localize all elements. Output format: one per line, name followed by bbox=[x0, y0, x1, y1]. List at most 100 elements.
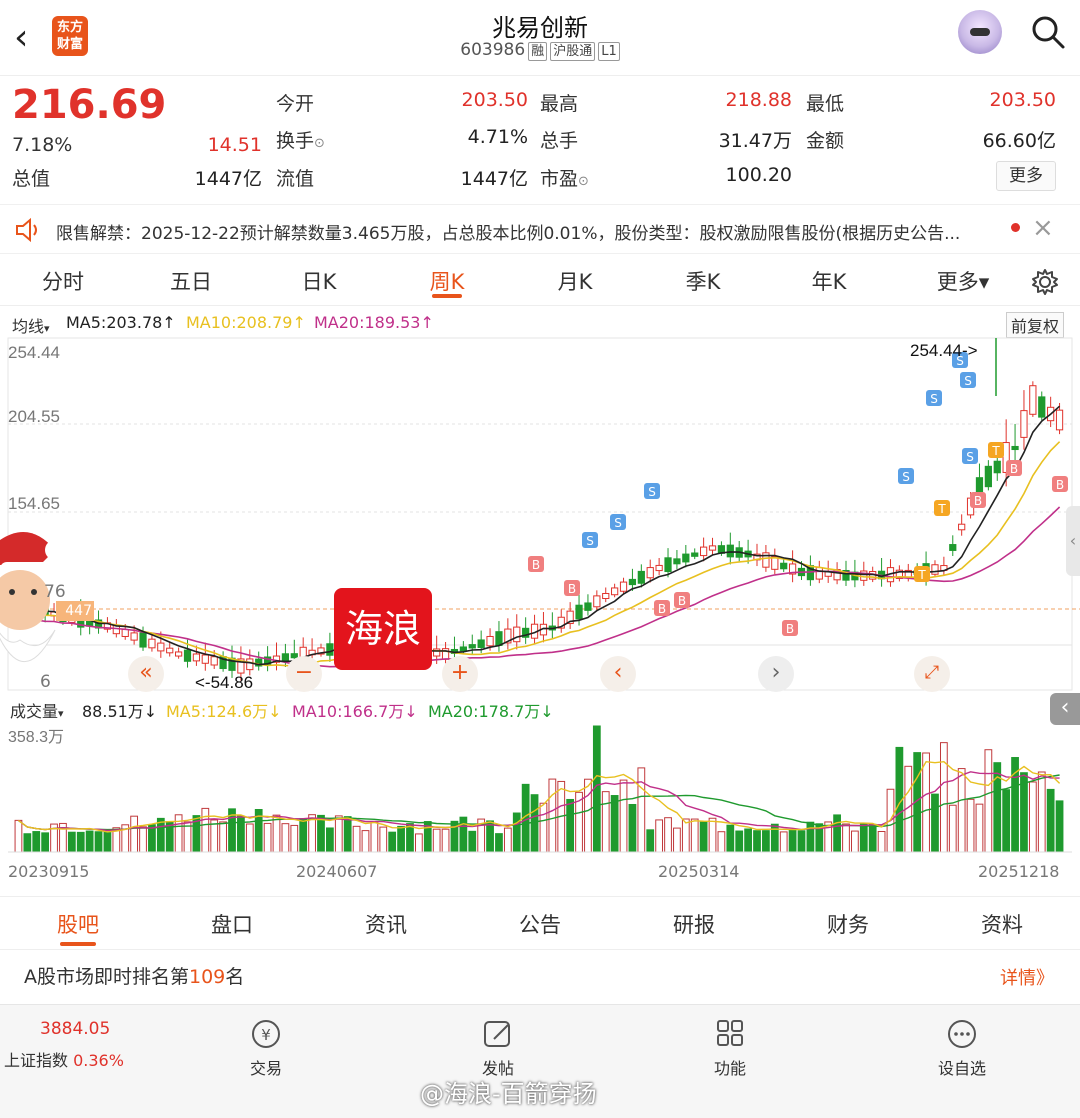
svg-text:S: S bbox=[614, 516, 622, 530]
notice-bar[interactable]: 限售解禁：2025-12-22预计解禁数量3.465万股，占总股本比例0.01%… bbox=[0, 204, 1080, 254]
svg-text:B: B bbox=[974, 494, 982, 508]
add-watchlist-button[interactable]: 设自选 bbox=[902, 1017, 1022, 1079]
level-tag: L1 bbox=[598, 42, 620, 61]
total-value-label: 总值 bbox=[12, 168, 51, 190]
assistant-avatar-icon[interactable] bbox=[958, 10, 1002, 54]
more-button[interactable]: 更多 bbox=[996, 161, 1056, 191]
side-panel-handle[interactable]: ‹ bbox=[1066, 506, 1080, 576]
more-dots-icon bbox=[948, 1020, 976, 1048]
fullscreen-icon[interactable]: ⤢ bbox=[914, 656, 950, 692]
edit-pen-icon bbox=[484, 1021, 510, 1047]
index-name[interactable]: 上证指数 0.36% bbox=[4, 1047, 124, 1071]
turnover-value: 4.71% bbox=[467, 126, 528, 148]
speaker-icon bbox=[16, 217, 37, 243]
tab-yearly-k[interactable]: 年K bbox=[774, 266, 884, 296]
stock-name: 兆易创新 bbox=[492, 14, 588, 42]
functions-label: 功能 bbox=[713, 1059, 746, 1078]
collapse-arrow-icon[interactable]: ‹ bbox=[1050, 693, 1080, 725]
candlestick-chart[interactable]: BBBBBBBBSSSSSSSSTTT 254.44 204.55 154.65… bbox=[0, 336, 1080, 696]
search-icon[interactable] bbox=[1030, 14, 1066, 50]
post-button[interactable]: 发帖 bbox=[438, 1017, 558, 1079]
volume-selector[interactable]: 成交量▾ bbox=[10, 698, 64, 722]
svg-text:B: B bbox=[1010, 462, 1018, 476]
content-tabs: 股吧 盘口 资讯 公告 研报 财务 资料 bbox=[0, 896, 1080, 950]
rank-suffix: 名 bbox=[225, 966, 245, 988]
low-annotation: <-54.86 bbox=[195, 673, 253, 692]
tab-intraday[interactable]: 分时 bbox=[8, 266, 118, 296]
tab-research[interactable]: 研报 bbox=[634, 909, 754, 939]
chevron-down-icon: ▾ bbox=[58, 707, 64, 720]
notice-text: 限售解禁：2025-12-22预计解禁数量3.465万股，占总股本比例0.01%… bbox=[56, 224, 961, 244]
pe-label-text: 市盈 bbox=[540, 168, 579, 190]
adjust-mode-button[interactable]: 前复权 bbox=[1006, 312, 1065, 338]
volume-ma20: MA20:178.7万↓ bbox=[428, 702, 554, 721]
pe-label[interactable]: 市盈⊙ bbox=[540, 164, 589, 191]
settings-gear-icon[interactable] bbox=[1031, 268, 1059, 296]
high-annotation: 254.44-> bbox=[910, 341, 978, 360]
tab-announcements[interactable]: 公告 bbox=[480, 909, 600, 939]
scroll-right-button[interactable]: › bbox=[758, 656, 794, 692]
scroll-far-left-button[interactable]: « bbox=[128, 656, 164, 692]
tab-forum[interactable]: 股吧 bbox=[18, 909, 138, 939]
tab-news[interactable]: 资讯 bbox=[326, 909, 446, 939]
rank-detail-link[interactable]: 详情》 bbox=[1000, 964, 1054, 990]
price-axis-label: 154.65 bbox=[8, 494, 60, 513]
svg-text:S: S bbox=[964, 374, 972, 388]
high-label: 最高 bbox=[540, 93, 579, 115]
change-percent: 7.18% bbox=[12, 134, 73, 156]
svg-text:¥: ¥ bbox=[261, 1026, 271, 1044]
svg-text:B: B bbox=[678, 594, 686, 608]
open-label: 今开 bbox=[276, 93, 315, 115]
ma5-legend: MA5:203.78↑ bbox=[66, 313, 176, 332]
active-tab-underline bbox=[432, 294, 462, 298]
chevron-down-icon: ▾ bbox=[44, 322, 50, 335]
rank-number: 109 bbox=[189, 966, 226, 988]
active-content-tab-underline bbox=[60, 942, 96, 946]
tab-five-day[interactable]: 五日 bbox=[136, 266, 246, 296]
stock-code-line: 603986 融沪股通 L1 bbox=[0, 40, 1080, 61]
rank-prefix: A股市场即时排名第 bbox=[24, 966, 189, 988]
tab-profile[interactable]: 资料 bbox=[942, 909, 1062, 939]
tab-order-book[interactable]: 盘口 bbox=[172, 909, 292, 939]
date-axis-label: 20250314 bbox=[658, 862, 740, 881]
open-value: 203.50 bbox=[461, 89, 528, 111]
market-rank: A股市场即时排名第109名 bbox=[24, 962, 244, 989]
margin-tag: 融 bbox=[528, 42, 548, 61]
svg-text:T: T bbox=[991, 444, 1000, 458]
volume-chart[interactable]: 358.3万 bbox=[0, 722, 1080, 858]
change-amount: 14.51 bbox=[207, 134, 262, 156]
turnover-label-text: 换手 bbox=[276, 130, 315, 152]
stock-code: 603986 bbox=[460, 40, 526, 60]
svg-text:S: S bbox=[586, 534, 594, 548]
watermark-badge: 海浪 bbox=[334, 588, 432, 670]
tab-quarterly-k[interactable]: 季K bbox=[648, 266, 758, 296]
volume-value: 31.47万 bbox=[718, 130, 792, 152]
amount-value: 66.60亿 bbox=[982, 130, 1056, 152]
unread-dot bbox=[1011, 223, 1020, 232]
info-icon: ⊙ bbox=[314, 136, 325, 151]
zoom-out-button[interactable]: − bbox=[286, 656, 322, 692]
ma20-legend: MA20:189.53↑ bbox=[314, 313, 434, 332]
functions-button[interactable]: 功能 bbox=[670, 1017, 790, 1079]
tab-monthly-k[interactable]: 月K bbox=[520, 266, 630, 296]
float-value-label: 流值 bbox=[276, 168, 315, 190]
tab-weekly-k[interactable]: 周K bbox=[392, 266, 502, 296]
tab-more[interactable]: 更多▾ bbox=[908, 266, 1018, 296]
pe-value: 100.20 bbox=[725, 164, 792, 186]
svg-text:B: B bbox=[568, 582, 576, 596]
ma-selector[interactable]: 均线▾ bbox=[12, 313, 50, 337]
trade-button[interactable]: ¥ 交易 bbox=[206, 1017, 326, 1079]
volume-label: 总手 bbox=[540, 130, 579, 152]
tab-financials[interactable]: 财务 bbox=[788, 909, 908, 939]
turnover-label[interactable]: 换手⊙ bbox=[276, 126, 325, 153]
svg-text:B: B bbox=[532, 558, 540, 572]
trade-label: 交易 bbox=[249, 1059, 282, 1078]
float-value: 1447亿 bbox=[460, 168, 528, 190]
zoom-in-button[interactable]: + bbox=[442, 656, 478, 692]
tab-daily-k[interactable]: 日K bbox=[264, 266, 374, 296]
watermark-text: @海浪-百箭穿扬 bbox=[420, 1080, 597, 1108]
close-icon[interactable]: × bbox=[1032, 213, 1054, 243]
index-value[interactable]: 3884.05 bbox=[40, 1019, 110, 1039]
price-axis-label: 204.55 bbox=[8, 407, 60, 426]
scroll-left-button[interactable]: ‹ bbox=[600, 656, 636, 692]
